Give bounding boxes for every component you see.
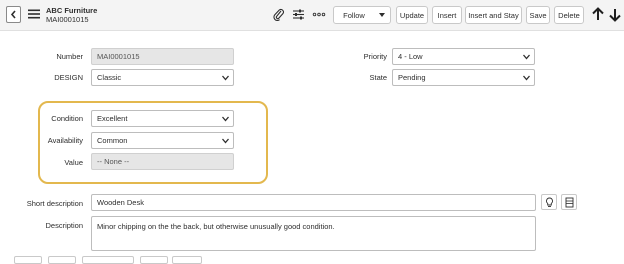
- bottom-button[interactable]: [48, 256, 76, 264]
- availability-label: Availability: [47, 136, 83, 145]
- table-name: ABC Furniture: [46, 6, 98, 15]
- record-title: ABC Furniture MAI0001015: [46, 6, 97, 24]
- bottom-button[interactable]: [140, 256, 168, 264]
- caret-down-icon: [379, 13, 385, 17]
- priority-value: 4 - Low: [398, 52, 423, 61]
- design-label: DESIGN: [54, 73, 83, 82]
- delete-button[interactable]: Delete: [554, 6, 584, 24]
- record-number: MAI0001015: [46, 15, 89, 24]
- description-label: Description: [45, 221, 83, 230]
- more-options-icon[interactable]: [312, 8, 326, 21]
- chevron-left-icon: [10, 10, 16, 19]
- bottom-button[interactable]: [14, 256, 42, 264]
- design-select[interactable]: Classic: [91, 69, 234, 86]
- hamburger-menu-icon[interactable]: [28, 8, 40, 20]
- chevron-down-icon: [523, 54, 530, 60]
- arrow-up-icon[interactable]: [591, 7, 605, 22]
- state-value: Pending: [398, 73, 426, 82]
- condition-value: Excellent: [97, 114, 128, 123]
- suggestion-button[interactable]: [541, 194, 557, 210]
- availability-select[interactable]: Common: [91, 132, 234, 149]
- state-label: State: [369, 73, 387, 82]
- chevron-down-icon: [523, 75, 530, 81]
- value-field: -- None --: [91, 153, 234, 170]
- state-select[interactable]: Pending: [392, 69, 535, 86]
- description-textarea[interactable]: Minor chipping on the the back, but othe…: [91, 216, 536, 251]
- number-label: Number: [56, 52, 83, 61]
- follow-button[interactable]: Follow: [333, 6, 375, 24]
- condition-label: Condition: [51, 114, 83, 123]
- priority-label: Priority: [363, 52, 387, 61]
- bottom-button[interactable]: [172, 256, 202, 264]
- back-button[interactable]: [6, 6, 21, 23]
- short-description-label: Short description: [26, 199, 83, 208]
- insert-button[interactable]: Insert: [432, 6, 462, 24]
- knowledge-button[interactable]: [561, 194, 577, 210]
- condition-select[interactable]: Excellent: [91, 110, 234, 127]
- chevron-down-icon: [222, 116, 229, 122]
- design-value: Classic: [97, 73, 122, 82]
- form-header: ABC Furniture MAI0001015 Follow Update I…: [0, 0, 624, 31]
- chevron-down-icon: [222, 138, 229, 144]
- availability-value: Common: [97, 136, 128, 145]
- priority-select[interactable]: 4 - Low: [392, 48, 535, 65]
- short-description-input[interactable]: Wooden Desk: [91, 194, 536, 211]
- insert-and-stay-button[interactable]: Insert and Stay: [465, 6, 522, 24]
- document-stack-icon: [565, 197, 573, 207]
- arrow-down-icon[interactable]: [608, 7, 622, 22]
- value-label: Value: [64, 158, 83, 167]
- paperclip-icon[interactable]: [272, 8, 285, 21]
- update-button[interactable]: Update: [396, 6, 428, 24]
- lightbulb-icon: [545, 197, 553, 207]
- chevron-down-icon: [222, 75, 229, 81]
- sliders-icon[interactable]: [292, 8, 305, 21]
- save-button[interactable]: Save: [526, 6, 550, 24]
- follow-dropdown-button[interactable]: [374, 6, 391, 24]
- number-field: MAI0001015: [91, 48, 234, 65]
- bottom-button[interactable]: [82, 256, 134, 264]
